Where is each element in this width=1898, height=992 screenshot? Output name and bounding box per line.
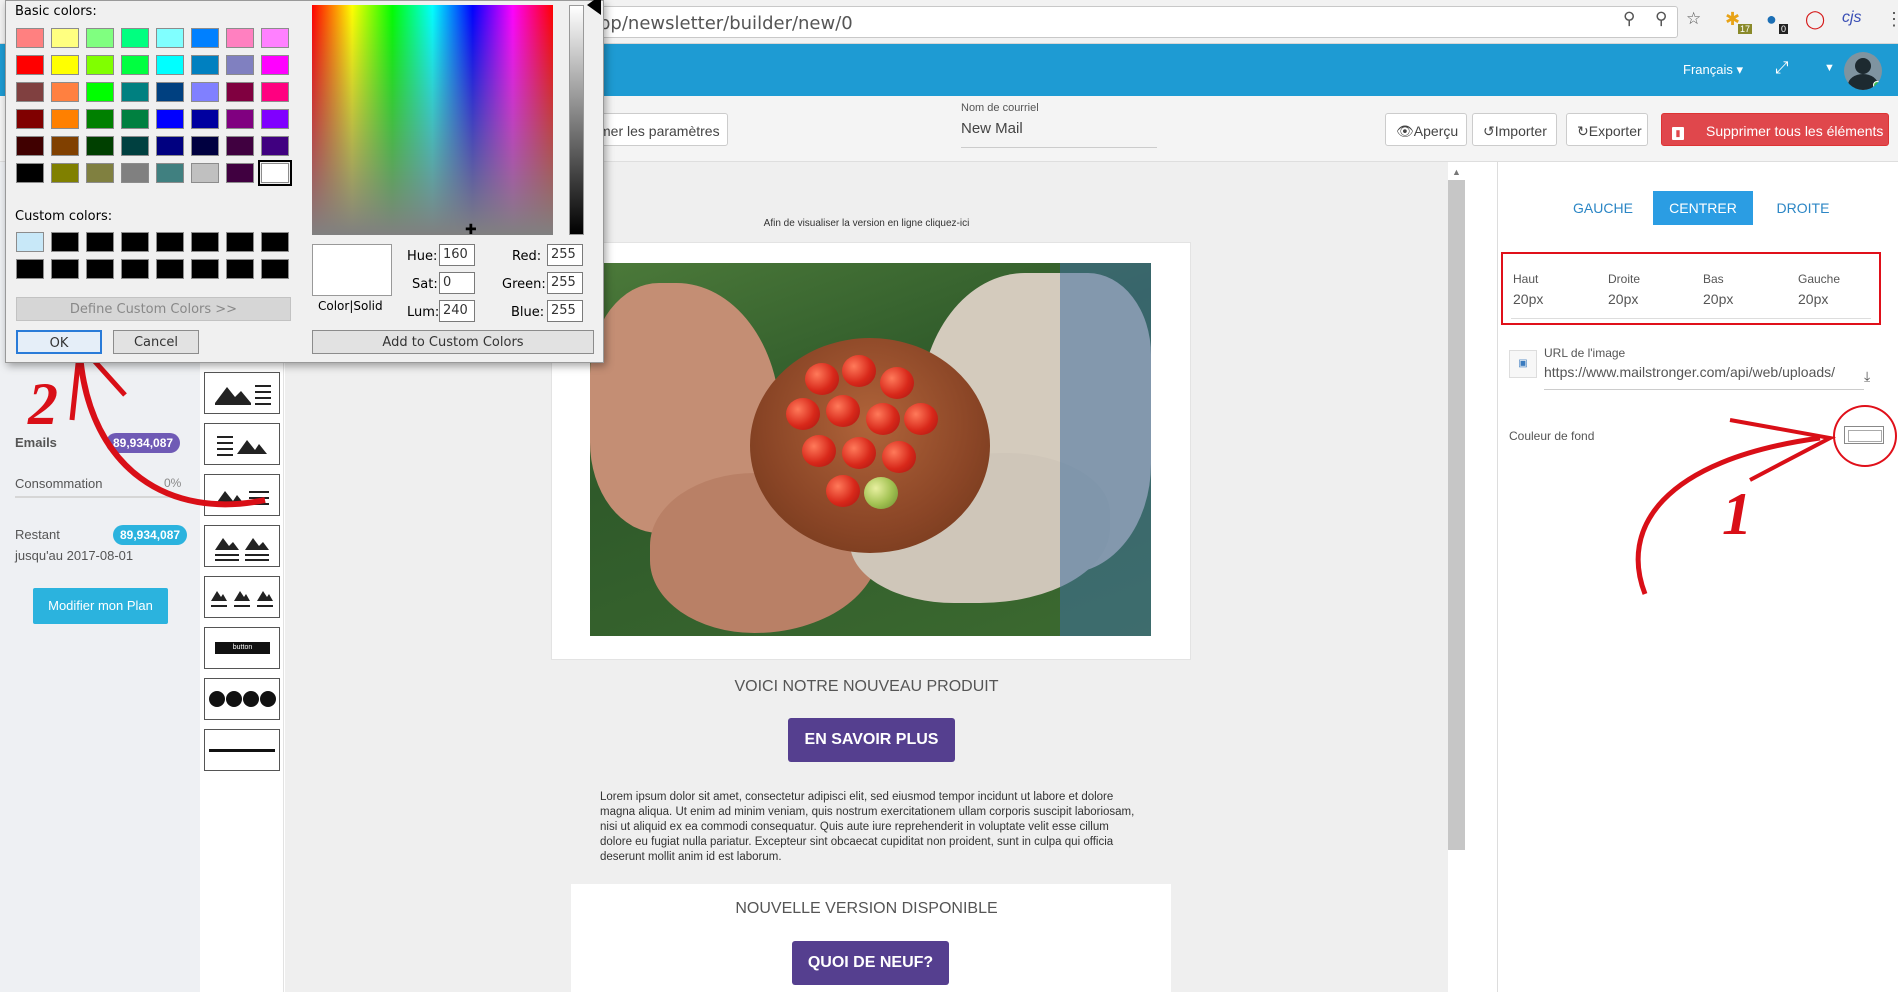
basic-color-swatch[interactable] xyxy=(86,163,114,183)
basic-color-swatch[interactable] xyxy=(261,55,289,75)
basic-color-swatch[interactable] xyxy=(121,28,149,48)
basic-color-swatch[interactable] xyxy=(16,55,44,75)
basic-color-swatch[interactable] xyxy=(86,55,114,75)
custom-color-swatch[interactable] xyxy=(261,232,289,252)
lum-input[interactable]: 240 xyxy=(439,300,475,322)
ok-button[interactable]: OK xyxy=(16,330,102,354)
basic-color-swatch[interactable] xyxy=(16,136,44,156)
color-preview xyxy=(312,244,392,296)
luminance-slider[interactable] xyxy=(569,5,584,235)
basic-color-swatch[interactable] xyxy=(191,28,219,48)
basic-color-swatch[interactable] xyxy=(226,136,254,156)
basic-color-swatch[interactable] xyxy=(86,82,114,102)
basic-color-swatch[interactable] xyxy=(226,163,254,183)
basic-color-swatch[interactable] xyxy=(261,82,289,102)
basic-colors-label: Basic colors: xyxy=(15,4,97,19)
basic-color-swatch[interactable] xyxy=(226,109,254,129)
basic-color-swatch[interactable] xyxy=(191,109,219,129)
basic-color-swatch[interactable] xyxy=(261,136,289,156)
custom-color-swatch[interactable] xyxy=(226,259,254,279)
define-custom-colors-button[interactable]: Define Custom Colors >> xyxy=(16,297,291,321)
red-label: Red: xyxy=(512,249,542,264)
basic-color-swatch[interactable] xyxy=(156,109,184,129)
basic-color-swatch[interactable] xyxy=(156,82,184,102)
blue-input[interactable]: 255 xyxy=(547,300,583,322)
basic-color-swatch[interactable] xyxy=(16,163,44,183)
custom-color-swatch[interactable] xyxy=(121,232,149,252)
hue-input[interactable]: 160 xyxy=(439,244,475,266)
basic-color-swatch[interactable] xyxy=(191,163,219,183)
annotation-step-1: 1 xyxy=(1722,481,1752,547)
basic-color-swatch[interactable] xyxy=(156,28,184,48)
lum-label: Lum: xyxy=(407,305,440,320)
basic-color-swatch[interactable] xyxy=(121,109,149,129)
color-solid-label: Color|Solid xyxy=(318,299,383,313)
basic-color-swatch[interactable] xyxy=(121,82,149,102)
basic-color-swatch[interactable] xyxy=(16,28,44,48)
basic-color-swatch[interactable] xyxy=(51,28,79,48)
basic-color-swatch[interactable] xyxy=(156,55,184,75)
basic-color-swatch[interactable] xyxy=(156,136,184,156)
basic-color-swatch[interactable] xyxy=(121,55,149,75)
custom-color-swatch[interactable] xyxy=(86,259,114,279)
basic-color-swatch[interactable] xyxy=(51,109,79,129)
custom-color-swatch[interactable] xyxy=(191,259,219,279)
add-to-custom-colors-button[interactable]: Add to Custom Colors xyxy=(312,330,594,354)
basic-color-swatch[interactable] xyxy=(121,136,149,156)
basic-color-swatch[interactable] xyxy=(86,28,114,48)
basic-color-swatch[interactable] xyxy=(261,109,289,129)
custom-color-swatch[interactable] xyxy=(156,259,184,279)
basic-color-swatch[interactable] xyxy=(191,136,219,156)
basic-color-swatch[interactable] xyxy=(156,163,184,183)
hue-label: Hue: xyxy=(407,249,438,264)
basic-color-swatch[interactable] xyxy=(226,55,254,75)
basic-color-swatch[interactable] xyxy=(51,136,79,156)
basic-color-swatch[interactable] xyxy=(191,82,219,102)
custom-color-swatch[interactable] xyxy=(121,259,149,279)
basic-color-swatch[interactable] xyxy=(261,28,289,48)
custom-color-swatch[interactable] xyxy=(16,259,44,279)
sat-input[interactable]: 0 xyxy=(439,272,475,294)
basic-color-swatch[interactable] xyxy=(16,109,44,129)
basic-color-swatch[interactable] xyxy=(51,163,79,183)
basic-color-swatch[interactable] xyxy=(226,28,254,48)
basic-color-swatch[interactable] xyxy=(51,82,79,102)
blue-label: Blue: xyxy=(511,305,545,320)
basic-color-swatch[interactable] xyxy=(86,136,114,156)
luminance-slider-handle[interactable] xyxy=(587,0,601,15)
custom-color-swatch[interactable] xyxy=(51,232,79,252)
custom-colors-label: Custom colors: xyxy=(15,209,113,224)
custom-color-swatch[interactable] xyxy=(86,232,114,252)
annotation-step-2: 2 xyxy=(28,371,58,437)
green-label: Green: xyxy=(502,277,546,292)
crosshair-icon: ✚ xyxy=(465,221,477,237)
custom-color-swatch[interactable] xyxy=(51,259,79,279)
basic-color-swatch[interactable] xyxy=(86,109,114,129)
basic-color-swatch[interactable] xyxy=(191,55,219,75)
custom-color-swatch[interactable] xyxy=(226,232,254,252)
basic-color-swatch[interactable] xyxy=(258,160,292,186)
custom-color-swatch[interactable] xyxy=(191,232,219,252)
arrow-1-head xyxy=(1729,418,1837,482)
custom-color-swatch[interactable] xyxy=(261,259,289,279)
custom-color-swatch[interactable] xyxy=(156,232,184,252)
basic-color-swatch[interactable] xyxy=(226,82,254,102)
sat-label: Sat: xyxy=(412,277,438,292)
color-picker-dialog: Basic colors: Custom colors: Define Cust… xyxy=(5,0,604,363)
red-input[interactable]: 255 xyxy=(547,244,583,266)
basic-color-swatch[interactable] xyxy=(16,82,44,102)
basic-color-swatch[interactable] xyxy=(121,163,149,183)
cancel-button[interactable]: Cancel xyxy=(113,330,199,354)
custom-color-swatch[interactable] xyxy=(16,232,44,252)
color-spectrum[interactable] xyxy=(312,5,553,235)
green-input[interactable]: 255 xyxy=(547,272,583,294)
online-status-dot xyxy=(1873,81,1881,89)
basic-color-swatch[interactable] xyxy=(51,55,79,75)
